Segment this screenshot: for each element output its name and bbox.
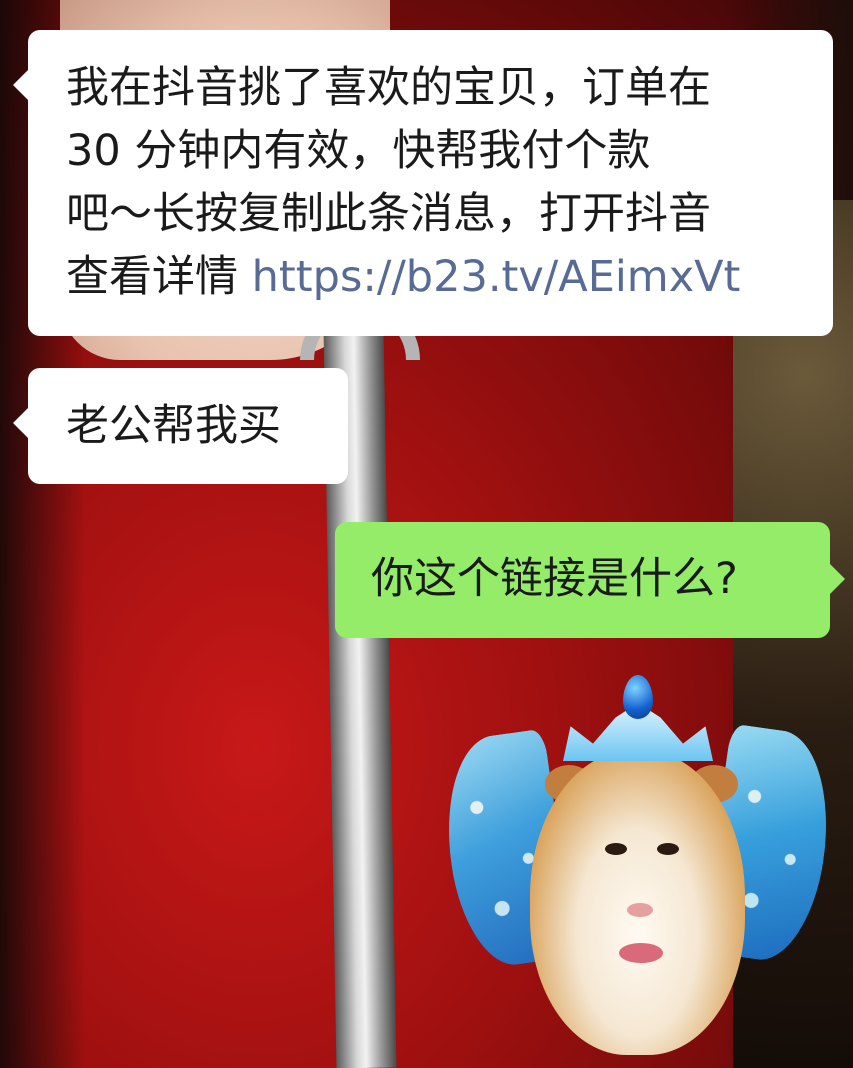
message-text: 老公帮我买	[66, 401, 281, 451]
message-link[interactable]: https://b23.tv/AEimxVt	[252, 252, 741, 302]
message-text: 你这个链接是什么?	[371, 554, 738, 604]
message-bubble-incoming[interactable]: 我在抖音挑了喜欢的宝贝，订单在 30 分钟内有效，快帮我付个款 吧～长按复制此条…	[13, 30, 833, 336]
eye-right	[657, 843, 679, 855]
message-text-line: 吧～长按复制此条消息，打开抖音	[66, 189, 711, 239]
message-bubble-incoming[interactable]: 老公帮我买	[13, 368, 348, 484]
mouth	[619, 943, 663, 963]
nose	[627, 903, 653, 917]
message-text: 查看详情	[66, 252, 238, 302]
message-text-line: 30 分钟内有效，快帮我付个款	[66, 126, 651, 176]
crown-gem-icon	[623, 675, 653, 719]
fairy-guinea-pig-sticker-icon[interactable]	[434, 675, 841, 1065]
message-text-line-with-link: 查看详情 https://b23.tv/AEimxVt	[66, 246, 813, 309]
bubble-tail	[830, 564, 845, 594]
eye-left	[605, 843, 627, 855]
message-bubble-outgoing[interactable]: 你这个链接是什么?	[335, 522, 845, 638]
bubble-tail	[13, 408, 28, 438]
bubble-tail	[13, 70, 28, 100]
message-text-line: 我在抖音挑了喜欢的宝贝，订单在	[66, 63, 711, 113]
